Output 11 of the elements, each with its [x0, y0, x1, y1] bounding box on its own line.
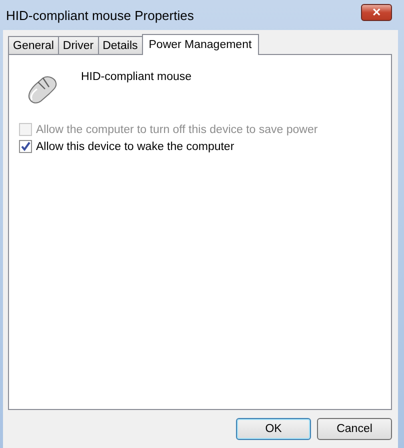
- dialog-button[interactable]: OK: [236, 418, 311, 440]
- tab[interactable]: Details: [98, 36, 143, 54]
- close-button[interactable]: ✕: [361, 4, 392, 20]
- tab[interactable]: General: [8, 36, 59, 54]
- tab[interactable]: Power Management: [142, 34, 259, 55]
- window-title: HID-compliant mouse Properties: [6, 8, 194, 22]
- tab[interactable]: Driver: [58, 36, 99, 54]
- checkbox-option[interactable]: Allow this device to wake the computer: [19, 140, 381, 153]
- checkmark-icon: [20, 141, 31, 152]
- dialog-button[interactable]: Cancel: [317, 418, 392, 440]
- device-name: HID-compliant mouse: [81, 71, 192, 83]
